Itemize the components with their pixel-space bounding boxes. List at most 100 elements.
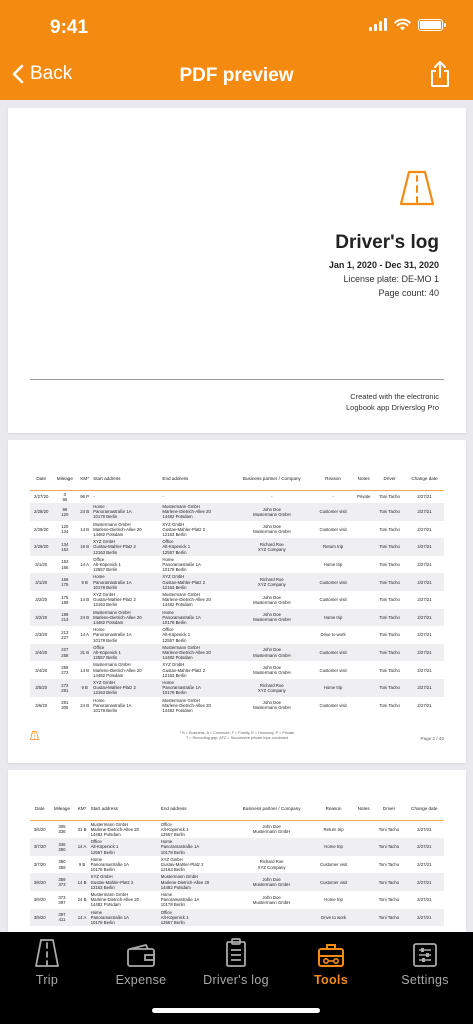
- table-cell: Toni Tacho: [379, 561, 400, 567]
- column-header: Date: [30, 798, 50, 821]
- table-cell: 3/3/20: [35, 632, 48, 638]
- table-cell: 3/1/20: [30, 573, 53, 591]
- table-cell: 272 281: [52, 679, 78, 697]
- credit-line-1: Created with the electronic: [350, 392, 439, 401]
- wifi-icon: [394, 18, 411, 31]
- table-cell: Richard Roe XYZ Company: [257, 859, 286, 870]
- tab-expense[interactable]: Expense: [94, 932, 188, 992]
- table-cell: Toni Tacho: [379, 597, 400, 603]
- pdf-log-page: Date Mileage KM* Start address End address Bu…: [8, 770, 466, 932]
- table-cell: 2/28/20: [30, 502, 53, 521]
- table-cell: Customer visit: [313, 502, 354, 521]
- table-row: 3/1/20 152 166 14 A Office Alt-Köpenick 1 1…: [30, 556, 444, 574]
- table-cell: Mustermann GmbH Marlene-Dietrich-Allee 2…: [93, 662, 142, 678]
- table-cell: -: [271, 494, 273, 500]
- column-header: Change date: [405, 468, 444, 491]
- tab-label: Driver's log: [203, 973, 269, 987]
- table-cell: John Doe Mustermann GmbH: [230, 608, 314, 627]
- table-cell: Customer visit: [319, 526, 347, 532]
- table-cell: Office Alt-Köpenick 1 12557 Berlin: [92, 643, 162, 662]
- table-cell: 3/6/20: [33, 826, 46, 832]
- table-cell: John Doe Mustermann GmbH: [230, 643, 314, 662]
- table-cell: 9 B: [77, 679, 93, 697]
- page-title: PDF preview: [179, 65, 294, 86]
- column-header: Notes: [353, 798, 374, 821]
- table-cell: Customer visit: [313, 873, 354, 891]
- table-cell: [229, 838, 314, 856]
- table-cell: [353, 873, 374, 891]
- table-row: 3/2/20 175 189 14 B XYZ GmbH Gustav-Mahler-…: [30, 591, 444, 609]
- share-icon: [431, 61, 449, 87]
- table-cell: Drive to work: [320, 632, 346, 638]
- table-cell: Toni Tacho: [374, 643, 406, 662]
- table-cell: 14 A: [80, 632, 89, 638]
- road-icon: [399, 170, 435, 206]
- table-cell: Toni Tacho: [379, 526, 400, 532]
- table-cell: 2/27/21: [405, 643, 444, 662]
- table-cell: 31 B: [77, 826, 87, 832]
- table-row: 3/5/20 272 281 9 B XYZ GmbH Gustav-Mahler-P…: [30, 679, 444, 697]
- column-header: Notes: [353, 468, 375, 491]
- table-cell: Richard Roe XYZ Company: [230, 573, 314, 591]
- table-cell: 397 411: [49, 908, 75, 927]
- table-cell: Toni Tacho: [378, 897, 400, 903]
- tab-drivers-log[interactable]: Driver's log: [189, 932, 283, 992]
- table-cell: 2/27/21: [417, 702, 432, 708]
- table-row: 3/3/20 213 227 14 A Home Panoramastraße 1A …: [30, 626, 444, 644]
- table-cell: John Doe Mustermann GmbH: [229, 873, 314, 891]
- tab-settings[interactable]: Settings: [378, 932, 472, 992]
- table-cell: Toni Tacho: [374, 502, 406, 521]
- table-cell: 14 B: [80, 667, 90, 673]
- table-cell: 350 359: [58, 859, 66, 870]
- table-cell: Mustermann GmbH Marlene-Dietrich-Allee 2…: [159, 873, 230, 891]
- table-cell: [353, 838, 374, 856]
- table-cell: [231, 626, 313, 644]
- table-cell: John Doe Mustermann GmbH: [253, 524, 291, 535]
- table-row: 3/4/20 258 272 14 B Mustermann GmbH Marlene…: [30, 661, 444, 679]
- table-cell: 9 B: [77, 573, 93, 591]
- table-row: 3/4/20 227 258 31 B Office Alt-Köpenick 1 1…: [30, 643, 444, 662]
- table-cell: 189 213: [52, 608, 78, 627]
- table-row: 2/27/20 0 96 96 P - - - - Private Toni Tacho 2/27…: [30, 490, 444, 503]
- table-cell: Customer visit: [319, 702, 347, 708]
- share-button[interactable]: [429, 60, 451, 93]
- table-cell: Toni Tacho: [374, 679, 406, 697]
- table-cell: 2/27/21: [417, 861, 432, 867]
- table-cell: Toni Tacho: [379, 494, 400, 500]
- table-cell: 3/9/20: [33, 897, 46, 903]
- table-cell: 305 336: [58, 824, 66, 835]
- table-cell: Mustermann GmbH Marlene-Dietrich-Allee 2…: [161, 502, 231, 521]
- table-cell: [353, 679, 375, 697]
- table-cell: 213 227: [61, 629, 69, 640]
- table-cell: 2/27/21: [417, 667, 432, 673]
- table-cell: 2/27/20: [34, 494, 49, 500]
- tab-tools[interactable]: Tools: [284, 932, 378, 992]
- table-cell: 2/27/21: [405, 679, 444, 697]
- table-cell: Home Panoramastraße 1A 10178 Berlin: [92, 502, 162, 521]
- toolbox-icon: [318, 944, 344, 967]
- table-cell: Home Panoramastraße 1A 10178 Berlin: [89, 908, 160, 927]
- table-cell: 3/7/20: [33, 861, 46, 867]
- table-cell: 2/29/20: [30, 538, 53, 556]
- table-cell: 14 B: [74, 873, 90, 891]
- table-cell: 3/4/20: [35, 667, 48, 673]
- table-cell: Home Panoramastraße 1A 10178 Berlin: [93, 697, 132, 714]
- table-cell: 96 P: [80, 494, 90, 500]
- table-cell: 3/1/20: [35, 561, 48, 567]
- table-cell: [353, 643, 375, 662]
- table-cell: 24 B: [77, 502, 93, 521]
- tab-trip[interactable]: Trip: [0, 932, 94, 992]
- table-row: 3/2/20 189 213 24 B Mustermann GmbH Marlene…: [30, 608, 444, 627]
- table-cell: 31 B: [77, 643, 93, 662]
- nav-bar: 9:41 Back PDF preview: [0, 0, 473, 100]
- table-cell: 9 B: [78, 861, 86, 867]
- table-cell: Drive to work: [313, 908, 354, 927]
- table-cell: Mustermann GmbH Marlene-Dietrich-Allee 2…: [93, 521, 142, 537]
- table-cell: Home trip: [313, 679, 354, 697]
- table-cell: [353, 697, 374, 715]
- table-cell: -: [162, 494, 164, 500]
- table-row: 2/29/20 134 152 18 B XYZ GmbH Gustav-Mahler…: [30, 538, 444, 556]
- road-icon: [35, 939, 59, 967]
- table-cell: Mustermann GmbH Marlene-Dietrich-Allee 2…: [90, 821, 140, 837]
- table-cell: [353, 521, 374, 539]
